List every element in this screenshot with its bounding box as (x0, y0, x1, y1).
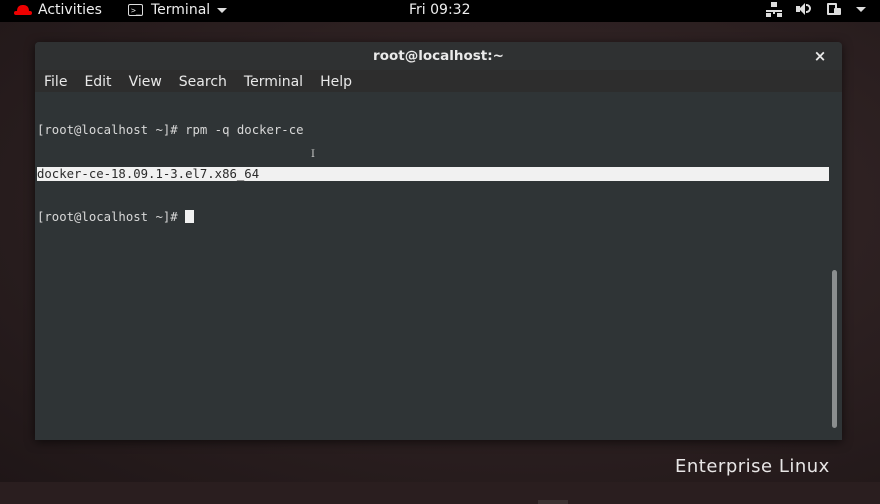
close-button[interactable]: × (810, 46, 830, 66)
window-titlebar[interactable]: root@localhost:~ × (35, 42, 842, 70)
menu-edit[interactable]: Edit (75, 70, 119, 92)
terminal-output: [root@localhost ~]# rpm -q docker-ce doc… (37, 94, 829, 254)
menu-file[interactable]: File (35, 70, 75, 92)
terminal-line-selected: docker-ce-18.09.1-3.el7.x86_64 (37, 166, 829, 181)
ibeam-pointer-icon: I (311, 149, 315, 160)
volume-icon[interactable] (796, 2, 812, 16)
terminal-area[interactable]: [root@localhost ~]# rpm -q docker-ce doc… (35, 92, 842, 440)
menu-search[interactable]: Search (170, 70, 235, 92)
network-icon[interactable] (766, 2, 782, 17)
app-menu-label: Terminal (151, 2, 211, 18)
menu-terminal[interactable]: Terminal (235, 70, 311, 92)
top-bar: Activities >_ Terminal Fri 09:32 (0, 0, 880, 22)
terminal-prompt-line[interactable]: [root@localhost ~]# (37, 210, 829, 225)
text-cursor (185, 210, 195, 223)
scrollbar[interactable] (832, 92, 838, 440)
redhat-icon (14, 4, 32, 16)
battery-icon[interactable] (826, 2, 842, 16)
menu-view[interactable]: View (120, 70, 170, 92)
terminal-icon: >_ (128, 4, 143, 16)
system-tray[interactable] (766, 2, 866, 17)
chevron-down-icon[interactable] (856, 6, 866, 12)
menu-bar: File Edit View Search Terminal Help (35, 70, 842, 92)
menu-help[interactable]: Help (311, 70, 360, 92)
scrollbar-thumb[interactable] (832, 270, 837, 428)
terminal-prompt: [root@localhost ~]# (37, 210, 186, 224)
wallpaper-text: Enterprise Linux (675, 456, 830, 477)
activities-label: Activities (38, 2, 102, 18)
app-menu-button[interactable]: >_ Terminal (128, 2, 228, 18)
window-title: root@localhost:~ (373, 48, 504, 64)
chevron-down-icon (217, 7, 228, 13)
terminal-line: [root@localhost ~]# rpm -q docker-ce (37, 123, 304, 137)
dock-hint (538, 500, 568, 504)
clock[interactable]: Fri 09:32 (409, 2, 470, 18)
activities-button[interactable]: Activities (14, 2, 102, 18)
terminal-window[interactable]: root@localhost:~ × File Edit View Search… (35, 42, 842, 440)
